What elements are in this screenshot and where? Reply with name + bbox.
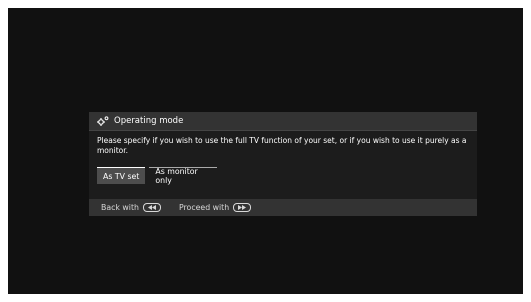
tv-screen: Operating mode Please specify if you wis… — [8, 8, 523, 294]
option-as-monitor-only[interactable]: As monitor only — [149, 167, 218, 185]
option-as-tv-set[interactable]: As TV set — [97, 167, 146, 184]
dialog-title: Operating mode — [114, 116, 184, 126]
back-label: Back with — [101, 203, 139, 212]
option-label: As TV set — [103, 171, 140, 181]
proceed-hint[interactable]: Proceed with — [178, 203, 252, 212]
dialog-footer: Back with Proceed with — [89, 199, 477, 216]
fast-forward-button-icon — [233, 203, 252, 212]
rewind-button-icon — [142, 203, 161, 212]
option-label: As monitor only — [155, 167, 198, 185]
dialog-description: Please specify if you wish to use the fu… — [97, 136, 467, 155]
dialog-titlebar: Operating mode — [89, 112, 477, 131]
dialog-body: Please specify if you wish to use the fu… — [89, 131, 477, 199]
back-hint[interactable]: Back with — [101, 203, 161, 212]
proceed-label: Proceed with — [178, 203, 230, 212]
mode-options: As TV set As monitor only — [97, 167, 221, 185]
settings-gear-icon — [97, 116, 109, 126]
operating-mode-dialog: Operating mode Please specify if you wis… — [89, 112, 477, 216]
